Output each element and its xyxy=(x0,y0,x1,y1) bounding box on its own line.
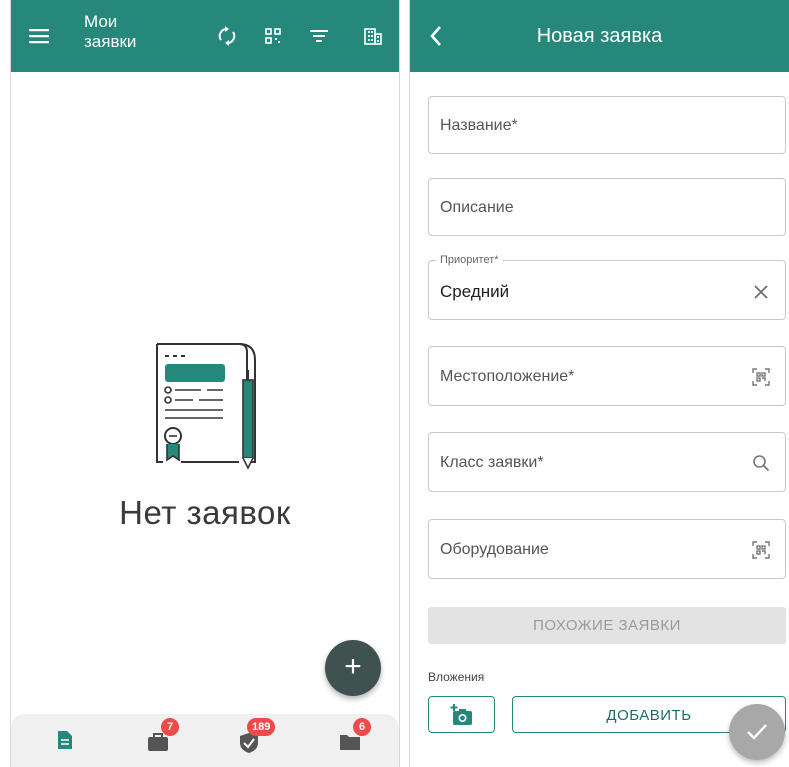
request-class-field[interactable]: Класс заявки* xyxy=(428,432,786,492)
location-field[interactable]: Местоположение* xyxy=(428,346,786,406)
priority-field[interactable]: Приоритет* Средний xyxy=(428,253,786,320)
page-title-line2: заявки xyxy=(84,32,137,51)
folder-icon xyxy=(340,735,360,750)
clear-icon[interactable] xyxy=(749,280,773,304)
empty-list-message: Нет заявок xyxy=(119,494,291,531)
document-icon xyxy=(58,731,72,749)
bottom-navigation: 7 189 6 xyxy=(11,714,399,767)
approvals-count-badge: 189 xyxy=(247,718,276,736)
empty-list-illustration xyxy=(151,340,261,475)
my-requests-screen: Мои заявки Нет заявок + 7 189 6 xyxy=(10,0,400,767)
plus-icon: + xyxy=(344,650,362,683)
description-placeholder: Описание xyxy=(440,199,514,216)
save-request-fab[interactable] xyxy=(729,704,785,760)
nav-tab-work[interactable]: 7 xyxy=(147,718,179,752)
page-title-line1: Мои xyxy=(84,12,118,31)
work-count-badge: 7 xyxy=(161,718,179,736)
request-class-placeholder: Класс заявки* xyxy=(440,454,544,471)
building-icon[interactable] xyxy=(361,24,385,48)
location-placeholder: Местоположение* xyxy=(440,368,575,385)
qr-scan-icon[interactable] xyxy=(261,24,285,48)
checkmark-icon xyxy=(747,724,767,740)
attachments-label: Вложения xyxy=(428,670,485,684)
page-title: Мои заявки xyxy=(84,12,136,52)
page-title: Новая заявка xyxy=(536,25,663,47)
nav-tab-requests[interactable] xyxy=(53,728,77,752)
nav-tab-approvals[interactable]: 189 xyxy=(239,718,276,753)
add-request-fab[interactable]: + xyxy=(325,640,381,696)
qr-scan-icon[interactable] xyxy=(749,365,773,389)
sync-icon[interactable] xyxy=(215,24,239,48)
name-placeholder: Название* xyxy=(440,117,518,134)
priority-value: Средний xyxy=(440,282,510,301)
filter-icon[interactable] xyxy=(307,24,331,48)
similar-requests-button[interactable]: ПОХОЖИЕ ЗАЯВКИ xyxy=(428,607,786,644)
app-bar: Мои заявки xyxy=(11,0,399,72)
equipment-placeholder: Оборудование xyxy=(440,541,549,558)
menu-icon[interactable] xyxy=(27,24,51,48)
app-bar: Новая заявка xyxy=(410,0,789,72)
archive-count-badge: 6 xyxy=(353,718,371,736)
equipment-field[interactable]: Оборудование xyxy=(428,519,786,579)
add-photo-button[interactable] xyxy=(428,696,495,733)
search-icon[interactable] xyxy=(749,451,773,475)
qr-scan-icon[interactable] xyxy=(749,538,773,562)
nav-tab-archive[interactable]: 6 xyxy=(339,718,371,752)
name-field[interactable]: Название* xyxy=(428,96,786,154)
new-request-screen: Новая заявка Название* Описание Приорите… xyxy=(409,0,789,767)
description-field[interactable]: Описание xyxy=(428,178,786,236)
add-photo-icon xyxy=(450,703,472,725)
